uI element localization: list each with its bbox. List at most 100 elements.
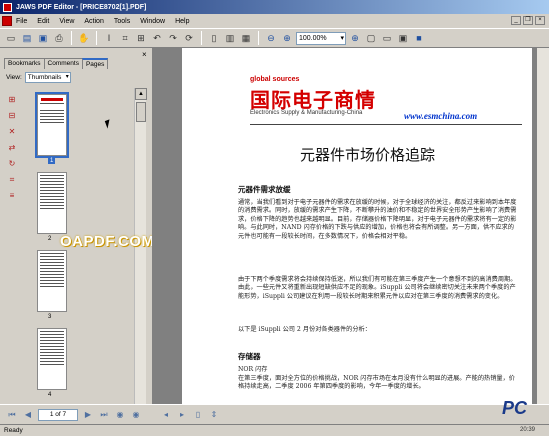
menu-file[interactable]: File [16, 18, 27, 25]
go-forward-icon[interactable]: ◉ [130, 409, 142, 421]
thumbnail-number: 4 [48, 392, 52, 398]
page-thumbnail-4[interactable] [37, 328, 67, 390]
subheading: NOR 闪存 [238, 366, 268, 373]
tab-bookmarks[interactable]: Bookmarks [4, 58, 45, 69]
menu-bar: File Edit View Action Tools Window Help … [0, 14, 549, 28]
redo-icon[interactable]: ↷ [166, 31, 180, 45]
logo-chinese: 国际电子商情 [250, 88, 376, 112]
open-icon[interactable]: ▤ [20, 31, 34, 45]
replace-page-icon[interactable]: ⇄ [6, 142, 18, 154]
panel-tabs: Bookmarks Comments Pages [4, 58, 109, 69]
insert-page-icon[interactable]: ⊞ [6, 94, 18, 106]
fit-width-icon[interactable]: ▭ [380, 31, 394, 45]
menu-help[interactable]: Help [175, 18, 189, 25]
view-label: View: [6, 74, 22, 81]
document-title: 元器件市场价格追踪 [300, 146, 436, 164]
menu-tools[interactable]: Tools [114, 18, 130, 25]
window-title: JAWS PDF Editor - [PRICE8702[1].PDF] [16, 3, 147, 11]
minimize-icon[interactable]: _ [511, 16, 521, 25]
logo-url: www.esmchina.com [404, 111, 478, 121]
first-page-icon[interactable]: ⏮ [6, 409, 18, 421]
thumbnail-number: 3 [48, 314, 52, 320]
panel-close-icon[interactable]: × [142, 50, 147, 59]
delete-page-icon[interactable]: ✕ [6, 126, 18, 138]
paragraph: 在第三季度，面对全方位的价格挑战，NOR 闪存市场在本月没有什么明显的进展。产能… [238, 375, 515, 391]
status-text: Ready [4, 427, 23, 434]
undo-icon[interactable]: ↶ [150, 31, 164, 45]
tab-comments[interactable]: Comments [43, 58, 83, 69]
app-icon [3, 2, 12, 12]
new-icon[interactable]: ▭ [4, 31, 18, 45]
scroll-up-icon[interactable]: ▲ [135, 88, 147, 100]
paragraph: 由于下两个季度需求将会持续保持低迷，所以我们有可能在第三季度产生一个意想不到的高… [238, 276, 517, 300]
section-heading: 存储器 [238, 352, 261, 361]
save-icon[interactable]: ▣ [36, 31, 50, 45]
header-rule [250, 124, 522, 125]
close-icon[interactable]: × [535, 16, 545, 25]
page-number-box[interactable]: 1 of 7 [38, 408, 78, 421]
facing-pages-icon[interactable]: ▦ [239, 31, 253, 45]
zoom-out-icon[interactable]: ⊖ [264, 31, 278, 45]
window-controls: _ ❐ × [511, 16, 545, 25]
scroll-thumb[interactable] [136, 102, 146, 122]
go-back-icon[interactable]: ◉ [114, 409, 126, 421]
text-select-icon[interactable]: I [102, 31, 116, 45]
pdf-page: global sources 国际电子商情 Electronics Supply… [182, 48, 532, 404]
pc-logo-icon: PC [502, 398, 528, 418]
status-bar: Ready 20:39 [0, 424, 549, 436]
page-properties-icon[interactable]: ≡ [6, 190, 18, 202]
previous-page-icon[interactable]: ◀ [22, 409, 34, 421]
toolbar-separator [258, 31, 259, 45]
thumbnail-number: 1 [48, 158, 56, 164]
rotate-page-icon[interactable]: ↻ [6, 158, 18, 170]
document-viewport[interactable]: global sources 国际电子商情 Electronics Supply… [152, 48, 549, 404]
actual-size-icon[interactable]: ▣ [396, 31, 410, 45]
toolbar-separator [201, 31, 202, 45]
last-page-icon[interactable]: ⏭ [98, 409, 110, 421]
rotate-icon[interactable]: ⟳ [182, 31, 196, 45]
toolbar-separator [96, 31, 97, 45]
zoom-select[interactable]: 100.00% [296, 31, 346, 45]
menu-edit[interactable]: Edit [37, 18, 49, 25]
scroll-right-icon[interactable]: ▸ [176, 409, 188, 421]
full-screen-icon[interactable]: ■ [412, 31, 426, 45]
scroll-left-icon[interactable]: ◂ [160, 409, 172, 421]
single-page-icon[interactable]: ▯ [207, 31, 221, 45]
section-heading: 元器件需求放缓 [238, 185, 291, 194]
fit-icon[interactable]: ⇕ [208, 409, 220, 421]
document-scrollbar[interactable] [537, 48, 549, 404]
page-thumbnail-1[interactable] [35, 92, 69, 158]
hand-tool-icon[interactable]: ✋ [77, 31, 91, 45]
zoom-plus-icon[interactable]: ⊕ [348, 31, 362, 45]
thumbnail-number: 2 [48, 236, 52, 242]
status-time: 20:39 [519, 427, 535, 433]
menu-action[interactable]: Action [84, 18, 103, 25]
main-toolbar: ▭ ▤ ▣ ⎙ ✋ I ⌗ ⊞ ↶ ↷ ⟳ ▯ ▥ ▦ ⊖ ⊕ 100.00% … [0, 28, 549, 48]
view-row: View: Thumbnails [6, 72, 71, 83]
watermark: OAPDF.COM [60, 233, 155, 250]
page-thumbnail-2[interactable] [37, 172, 67, 234]
side-panel: × Bookmarks Comments Pages View: Thumbna… [0, 48, 150, 404]
zoom-in-icon[interactable]: ⊕ [280, 31, 294, 45]
title-bar: JAWS PDF Editor - [PRICE8702[1].PDF] [0, 0, 549, 14]
page-thumbnail-3[interactable] [37, 250, 67, 312]
restore-icon[interactable]: ❐ [523, 16, 533, 25]
page-navigation: ⏮ ◀ 1 of 7 ▶ ⏭ ◉ ◉ ◂ ▸ ▯ ⇕ [0, 404, 549, 424]
view-select[interactable]: Thumbnails [24, 72, 71, 83]
extract-page-icon[interactable]: ⊟ [6, 110, 18, 122]
menu-window[interactable]: Window [140, 18, 165, 25]
menu-view[interactable]: View [59, 18, 74, 25]
crop-page-icon[interactable]: ⌗ [6, 174, 18, 186]
link-icon[interactable]: ⊞ [134, 31, 148, 45]
page-view-icon[interactable]: ▯ [192, 409, 204, 421]
continuous-page-icon[interactable]: ▥ [223, 31, 237, 45]
fit-page-icon[interactable]: ▢ [364, 31, 378, 45]
document-icon[interactable] [2, 16, 12, 26]
logo-english: global sources [250, 76, 300, 83]
tab-pages[interactable]: Pages [81, 58, 109, 69]
next-page-icon[interactable]: ▶ [82, 409, 94, 421]
crop-icon[interactable]: ⌗ [118, 31, 132, 45]
toolbar-separator [71, 31, 72, 45]
page-tools: ⊞ ⊟ ✕ ⇄ ↻ ⌗ ≡ [6, 94, 22, 202]
print-icon[interactable]: ⎙ [52, 31, 66, 45]
